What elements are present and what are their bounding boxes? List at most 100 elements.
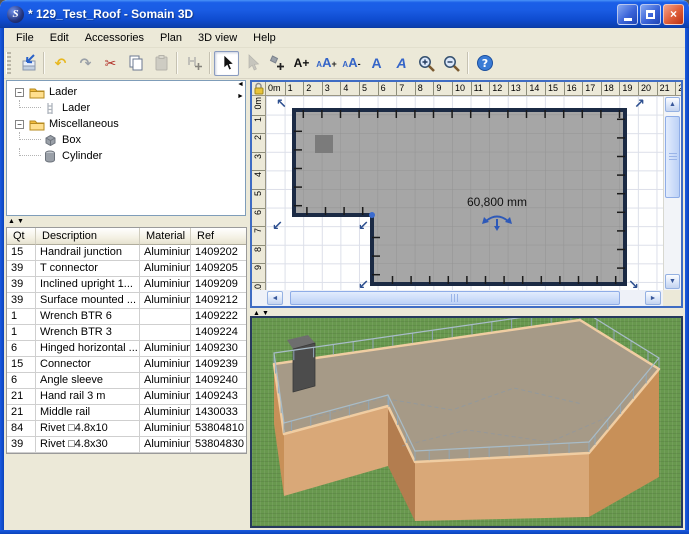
- splitter-up-icon[interactable]: ▲: [253, 309, 260, 316]
- tree-table-splitter[interactable]: ▲ ▼: [6, 217, 246, 226]
- table-row[interactable]: 84Rivet □4.8x10Aluminium53804810: [7, 421, 246, 437]
- minimize-button[interactable]: [617, 4, 638, 25]
- 3d-view-panel[interactable]: [250, 316, 683, 528]
- maximize-button[interactable]: [640, 4, 661, 25]
- table-row[interactable]: 1Wrench BTR 61409222: [7, 309, 246, 325]
- table-row[interactable]: 39Rivet □4.8x30Aluminium53804830: [7, 437, 246, 453]
- scroll-left-button[interactable]: ◄: [267, 291, 283, 305]
- table-row[interactable]: 39T connectorAluminium1409205: [7, 261, 246, 277]
- splitter-up-icon[interactable]: ▲: [8, 217, 15, 226]
- menu-item-edit[interactable]: Edit: [42, 30, 77, 46]
- tree-item-label: Lader: [62, 102, 90, 114]
- horizontal-scroll-thumb[interactable]: [290, 291, 620, 305]
- menu-item-3d-view[interactable]: 3D view: [190, 30, 245, 46]
- vertex-handle-dot[interactable]: [369, 212, 375, 218]
- zoom-out-button[interactable]: [439, 51, 464, 76]
- table-row[interactable]: 15Handrail junctionAluminium1409202: [7, 245, 246, 261]
- cell-material: [140, 325, 191, 341]
- select-icon: [219, 54, 235, 72]
- v-ruler-tick: 8: [252, 245, 266, 264]
- splitter-right-icon[interactable]: ►: [237, 92, 247, 101]
- corner-resize-arrow[interactable]: ↗: [634, 97, 645, 112]
- corner-resize-arrow[interactable]: ↙: [272, 219, 283, 234]
- font-increase-button[interactable]: AA+: [314, 51, 339, 76]
- help-button[interactable]: ?: [472, 51, 497, 76]
- tree-item-lader[interactable]: −Lader: [7, 84, 245, 100]
- expand-toggle[interactable]: −: [15, 88, 24, 97]
- column-header-description[interactable]: Description: [36, 228, 140, 245]
- select-button[interactable]: [214, 51, 239, 76]
- table-row[interactable]: 39Surface mounted ...Aluminium1409212: [7, 293, 246, 309]
- plan-canvas[interactable]: ↖↗↙↙↙↘60,800 mm: [266, 96, 663, 290]
- corner-resize-arrow[interactable]: ↘: [628, 278, 639, 290]
- tree-item-miscellaneous[interactable]: −Miscellaneous: [7, 116, 245, 132]
- splitter-down-icon[interactable]: ▼: [262, 309, 269, 316]
- column-header-ref[interactable]: Ref: [191, 228, 246, 245]
- corner-resize-arrow[interactable]: ↙: [358, 278, 369, 290]
- copy-button[interactable]: [123, 51, 148, 76]
- h-ruler-tick: 19: [619, 82, 638, 96]
- plan-horizontal-scrollbar[interactable]: ◄ ►: [252, 290, 663, 306]
- menu-item-file[interactable]: File: [8, 30, 42, 46]
- font-decrease-button[interactable]: AA-: [339, 51, 364, 76]
- table-row[interactable]: 6Angle sleeveAluminium1409240: [7, 373, 246, 389]
- vertical-scroll-thumb[interactable]: [665, 116, 680, 198]
- h-ruler-tick: 5: [359, 82, 378, 96]
- menu-item-accessories[interactable]: Accessories: [77, 30, 152, 46]
- maximize-icon: [646, 10, 655, 19]
- corner-resize-arrow[interactable]: ↙: [358, 219, 369, 234]
- zoom-in-button[interactable]: [414, 51, 439, 76]
- window-border-left: [0, 28, 4, 534]
- cell-qt: 39: [7, 437, 36, 453]
- cell-qt: 6: [7, 373, 36, 389]
- roof-outline-shape[interactable]: [294, 110, 625, 284]
- tree-item-lader[interactable]: Lader: [7, 100, 245, 116]
- h-ruler-tick: 12: [489, 82, 508, 96]
- paste-button[interactable]: [148, 51, 173, 76]
- undo-button[interactable]: ↶: [48, 51, 73, 76]
- italic-button[interactable]: A: [389, 51, 414, 76]
- expand-toggle[interactable]: −: [15, 120, 24, 129]
- corner-resize-arrow[interactable]: ↖: [276, 97, 287, 112]
- title-bar[interactable]: S * 129_Test_Roof - Somain 3D ×: [0, 0, 689, 28]
- table-row[interactable]: 21Middle railAluminium1430033: [7, 405, 246, 421]
- toolbar-separator: [467, 52, 469, 74]
- column-header-material[interactable]: Material: [140, 228, 191, 245]
- add-component-button[interactable]: [181, 51, 206, 76]
- scroll-up-button[interactable]: ▲: [665, 97, 680, 112]
- splitter-down-icon[interactable]: ▼: [17, 217, 24, 226]
- roof-access-box[interactable]: [315, 135, 333, 153]
- redo-button[interactable]: ↷: [73, 51, 98, 76]
- cell-description: Surface mounted ...: [36, 293, 140, 309]
- left-right-splitter[interactable]: ◄ ►: [237, 80, 247, 110]
- table-row[interactable]: 39Inclined upright 1...Aluminium1409209: [7, 277, 246, 293]
- h-ruler-tick: 17: [582, 82, 601, 96]
- cell-qt: 39: [7, 293, 36, 309]
- scroll-right-button[interactable]: ►: [645, 291, 661, 305]
- plan-vertical-scrollbar[interactable]: ▲ ▼: [663, 96, 681, 290]
- table-row[interactable]: 6Hinged horizontal ...Aluminium1409230: [7, 341, 246, 357]
- box-icon: [41, 134, 59, 146]
- cut-button[interactable]: ✂: [98, 51, 123, 76]
- add-text-button[interactable]: A+: [289, 51, 314, 76]
- table-row[interactable]: 15ConnectorAluminium1409239: [7, 357, 246, 373]
- bold-button[interactable]: A: [364, 51, 389, 76]
- menu-item-help[interactable]: Help: [245, 30, 284, 46]
- menu-item-plan[interactable]: Plan: [152, 30, 190, 46]
- toolbar-grip[interactable]: [6, 52, 11, 74]
- h-ruler-tick: 9: [433, 82, 452, 96]
- scroll-down-button[interactable]: ▼: [665, 274, 680, 289]
- table-row[interactable]: 21Hand rail 3 mAluminium1409243: [7, 389, 246, 405]
- tree-item-cylinder[interactable]: Cylinder: [7, 148, 245, 164]
- tree-item-box[interactable]: Box: [7, 132, 245, 148]
- add-accessory-button[interactable]: [264, 51, 289, 76]
- close-button[interactable]: ×: [663, 4, 684, 25]
- pan-button[interactable]: [239, 51, 264, 76]
- h-ruler-tick: 10: [452, 82, 471, 96]
- table-row[interactable]: 1Wrench BTR 31409224: [7, 325, 246, 341]
- plan-3d-splitter[interactable]: ▲ ▼: [253, 309, 313, 316]
- column-header-qt[interactable]: Qt: [7, 228, 36, 245]
- splitter-left-icon[interactable]: ◄: [237, 80, 247, 89]
- window-border-right: [685, 28, 689, 534]
- export-plan-button[interactable]: [15, 51, 40, 76]
